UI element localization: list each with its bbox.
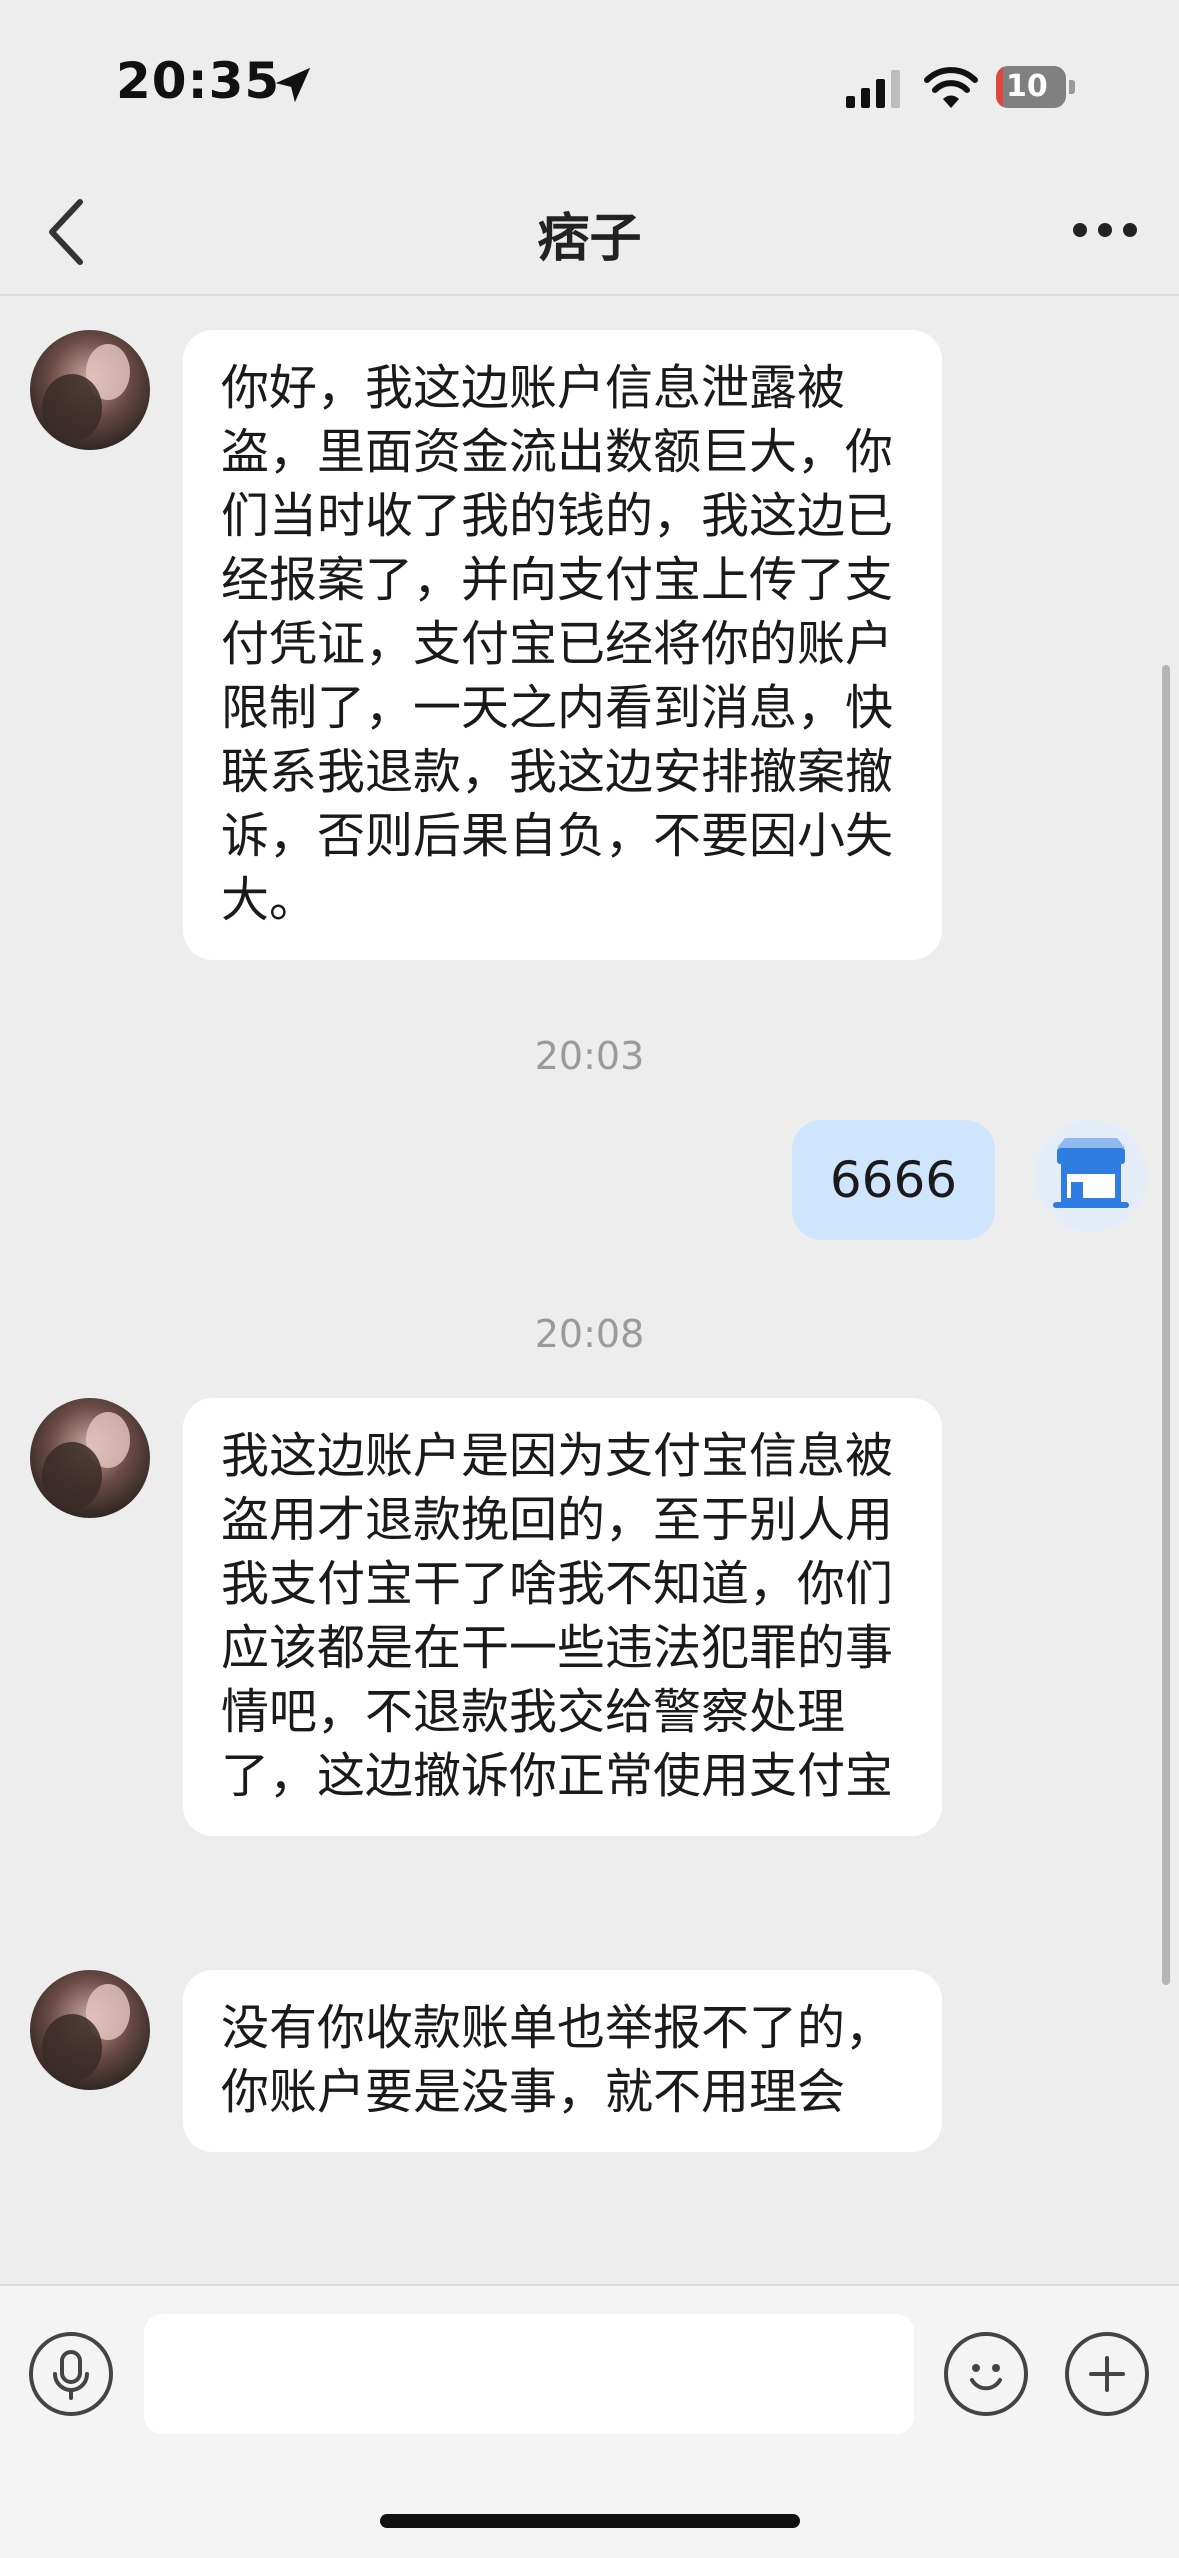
plus-icon bbox=[1089, 2356, 1125, 2392]
more-actions-button[interactable] bbox=[1065, 2332, 1149, 2416]
message-timestamp: 20:08 bbox=[534, 1312, 645, 1356]
my-avatar[interactable] bbox=[1035, 1120, 1147, 1232]
avatar-image-icon bbox=[30, 330, 150, 450]
message-bubble-incoming[interactable]: 你好，我这边账户信息泄露被盗，里面资金流出数额巨大，你们当时收了我的钱的，我这边… bbox=[183, 330, 942, 960]
message-timestamp: 20:03 bbox=[534, 1034, 645, 1078]
battery-body: 10 bbox=[996, 66, 1066, 108]
microphone-icon bbox=[53, 2350, 89, 2400]
message-bubble-outgoing[interactable]: 6666 bbox=[792, 1120, 995, 1240]
home-indicator[interactable] bbox=[380, 2514, 800, 2528]
battery-fill bbox=[996, 66, 1003, 108]
message-bubble-incoming[interactable]: 没有你收款账单也举报不了的，你账户要是没事，就不用理会 bbox=[183, 1970, 942, 2152]
more-horizontal-icon[interactable] bbox=[1070, 210, 1140, 250]
message-bubble-incoming[interactable]: 我这边账户是因为支付宝信息被盗用才退款挽回的，至于别人用我支付宝干了啥我不知道，… bbox=[183, 1398, 942, 1836]
store-icon bbox=[1053, 1138, 1129, 1208]
input-bar bbox=[0, 2284, 1179, 2558]
contact-avatar[interactable] bbox=[30, 1970, 150, 2090]
cellular-signal-icon bbox=[846, 70, 900, 108]
chat-header: 痞子 bbox=[0, 170, 1179, 296]
message-input[interactable] bbox=[144, 2314, 914, 2434]
battery-indicator: 10 bbox=[996, 66, 1076, 110]
status-time: 20:35 bbox=[116, 52, 281, 110]
chat-title: 痞子 bbox=[537, 209, 642, 269]
wifi-icon bbox=[924, 67, 978, 108]
contact-avatar[interactable] bbox=[30, 330, 150, 450]
avatar-image-icon bbox=[30, 1970, 150, 2090]
emoji-button[interactable] bbox=[944, 2332, 1028, 2416]
contact-avatar[interactable] bbox=[30, 1398, 150, 1518]
battery-cap bbox=[1069, 80, 1075, 94]
smiley-icon bbox=[970, 2364, 1002, 2391]
battery-level: 10 bbox=[1006, 69, 1048, 104]
location-arrow-icon bbox=[275, 67, 311, 103]
voice-input-button[interactable] bbox=[29, 2332, 113, 2416]
status-bar: 20:35 10 bbox=[0, 0, 1179, 170]
avatar-image-icon bbox=[30, 1398, 150, 1518]
